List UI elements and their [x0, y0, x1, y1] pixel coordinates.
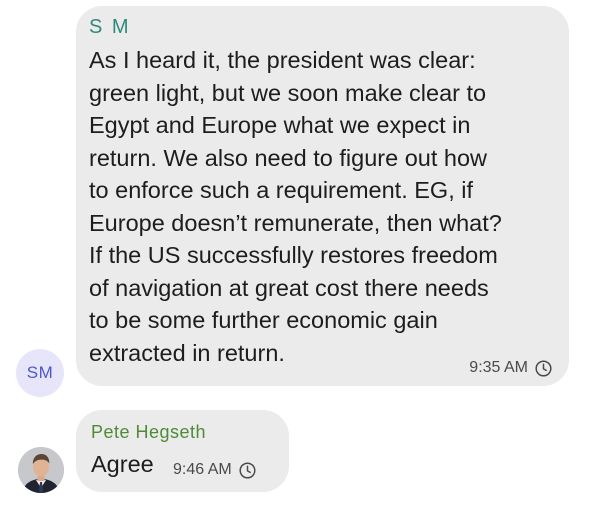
message-bubble[interactable]: Pete Hegseth Agree 9:46 AM — [76, 410, 289, 492]
message-line: As I heard it, the president was clear: — [89, 47, 476, 73]
clock-icon — [535, 359, 552, 377]
sender-name: S M — [89, 16, 131, 38]
timestamp-text: 9:35 AM — [469, 359, 528, 376]
message-text[interactable]: As I heard it, the president was clear: … — [89, 44, 559, 369]
message-line: If the US successfully restores freedom — [89, 242, 498, 268]
avatar[interactable] — [18, 447, 64, 493]
avatar[interactable]: SM — [16, 349, 64, 397]
timestamp-text: 9:46 AM — [173, 461, 232, 478]
profile-photo-icon — [18, 447, 64, 493]
message-text[interactable]: Agree — [91, 448, 154, 481]
message-line: return. We also need to figure out how — [89, 144, 487, 171]
message-line: to enforce such a requirement. EG, if — [89, 177, 474, 203]
message-line: of navigation at great cost there needs — [89, 274, 489, 301]
message-timestamp: 9:35 AM — [469, 358, 552, 378]
message-timestamp: 9:46 AM — [173, 460, 256, 480]
sender-name: Pete Hegseth — [91, 422, 207, 442]
message-bubble[interactable]: S M As I heard it, the president was cle… — [76, 6, 569, 386]
message-line: green light, but we soon make clear to — [89, 79, 487, 106]
avatar-initials: SM — [26, 363, 54, 382]
clock-icon — [239, 461, 256, 479]
message-line: to be some further economic gain — [89, 307, 438, 333]
message-line: Europe doesn’t remunerate, then what? — [89, 209, 502, 236]
message-line: Egypt and Europe what we expect in — [89, 112, 471, 138]
